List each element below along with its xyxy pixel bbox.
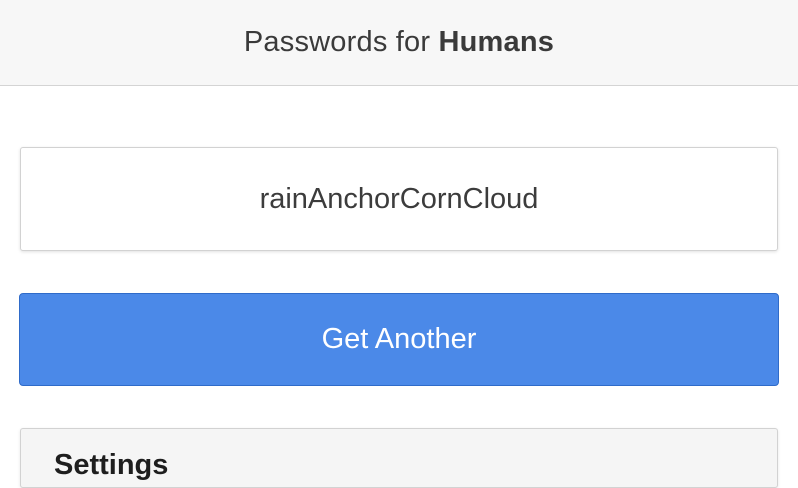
settings-title: Settings: [54, 449, 169, 481]
app-header: Passwords for Humans: [0, 0, 798, 86]
password-display[interactable]: rainAnchorCornCloud: [20, 147, 778, 251]
title-prefix: Passwords for: [243, 26, 439, 58]
title-strong: Humans: [438, 26, 555, 58]
get-another-button[interactable]: Get Another: [19, 293, 779, 386]
settings-panel: Settings: [20, 428, 778, 488]
page-title: Passwords for Humans: [244, 26, 554, 59]
generated-password[interactable]: rainAnchorCornCloud: [260, 183, 539, 216]
